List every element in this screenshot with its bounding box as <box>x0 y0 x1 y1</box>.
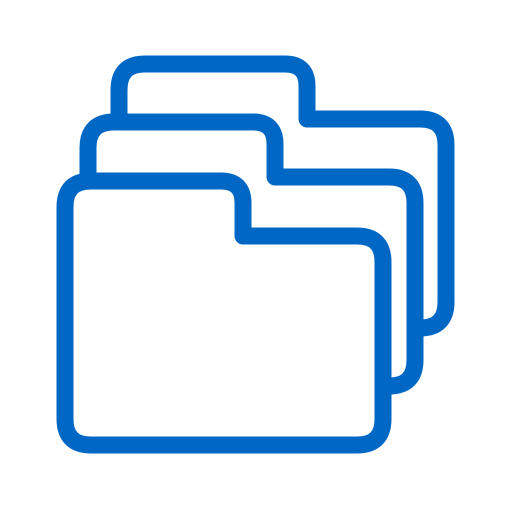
icon-canvas <box>0 0 512 512</box>
folders-icon <box>56 55 455 454</box>
